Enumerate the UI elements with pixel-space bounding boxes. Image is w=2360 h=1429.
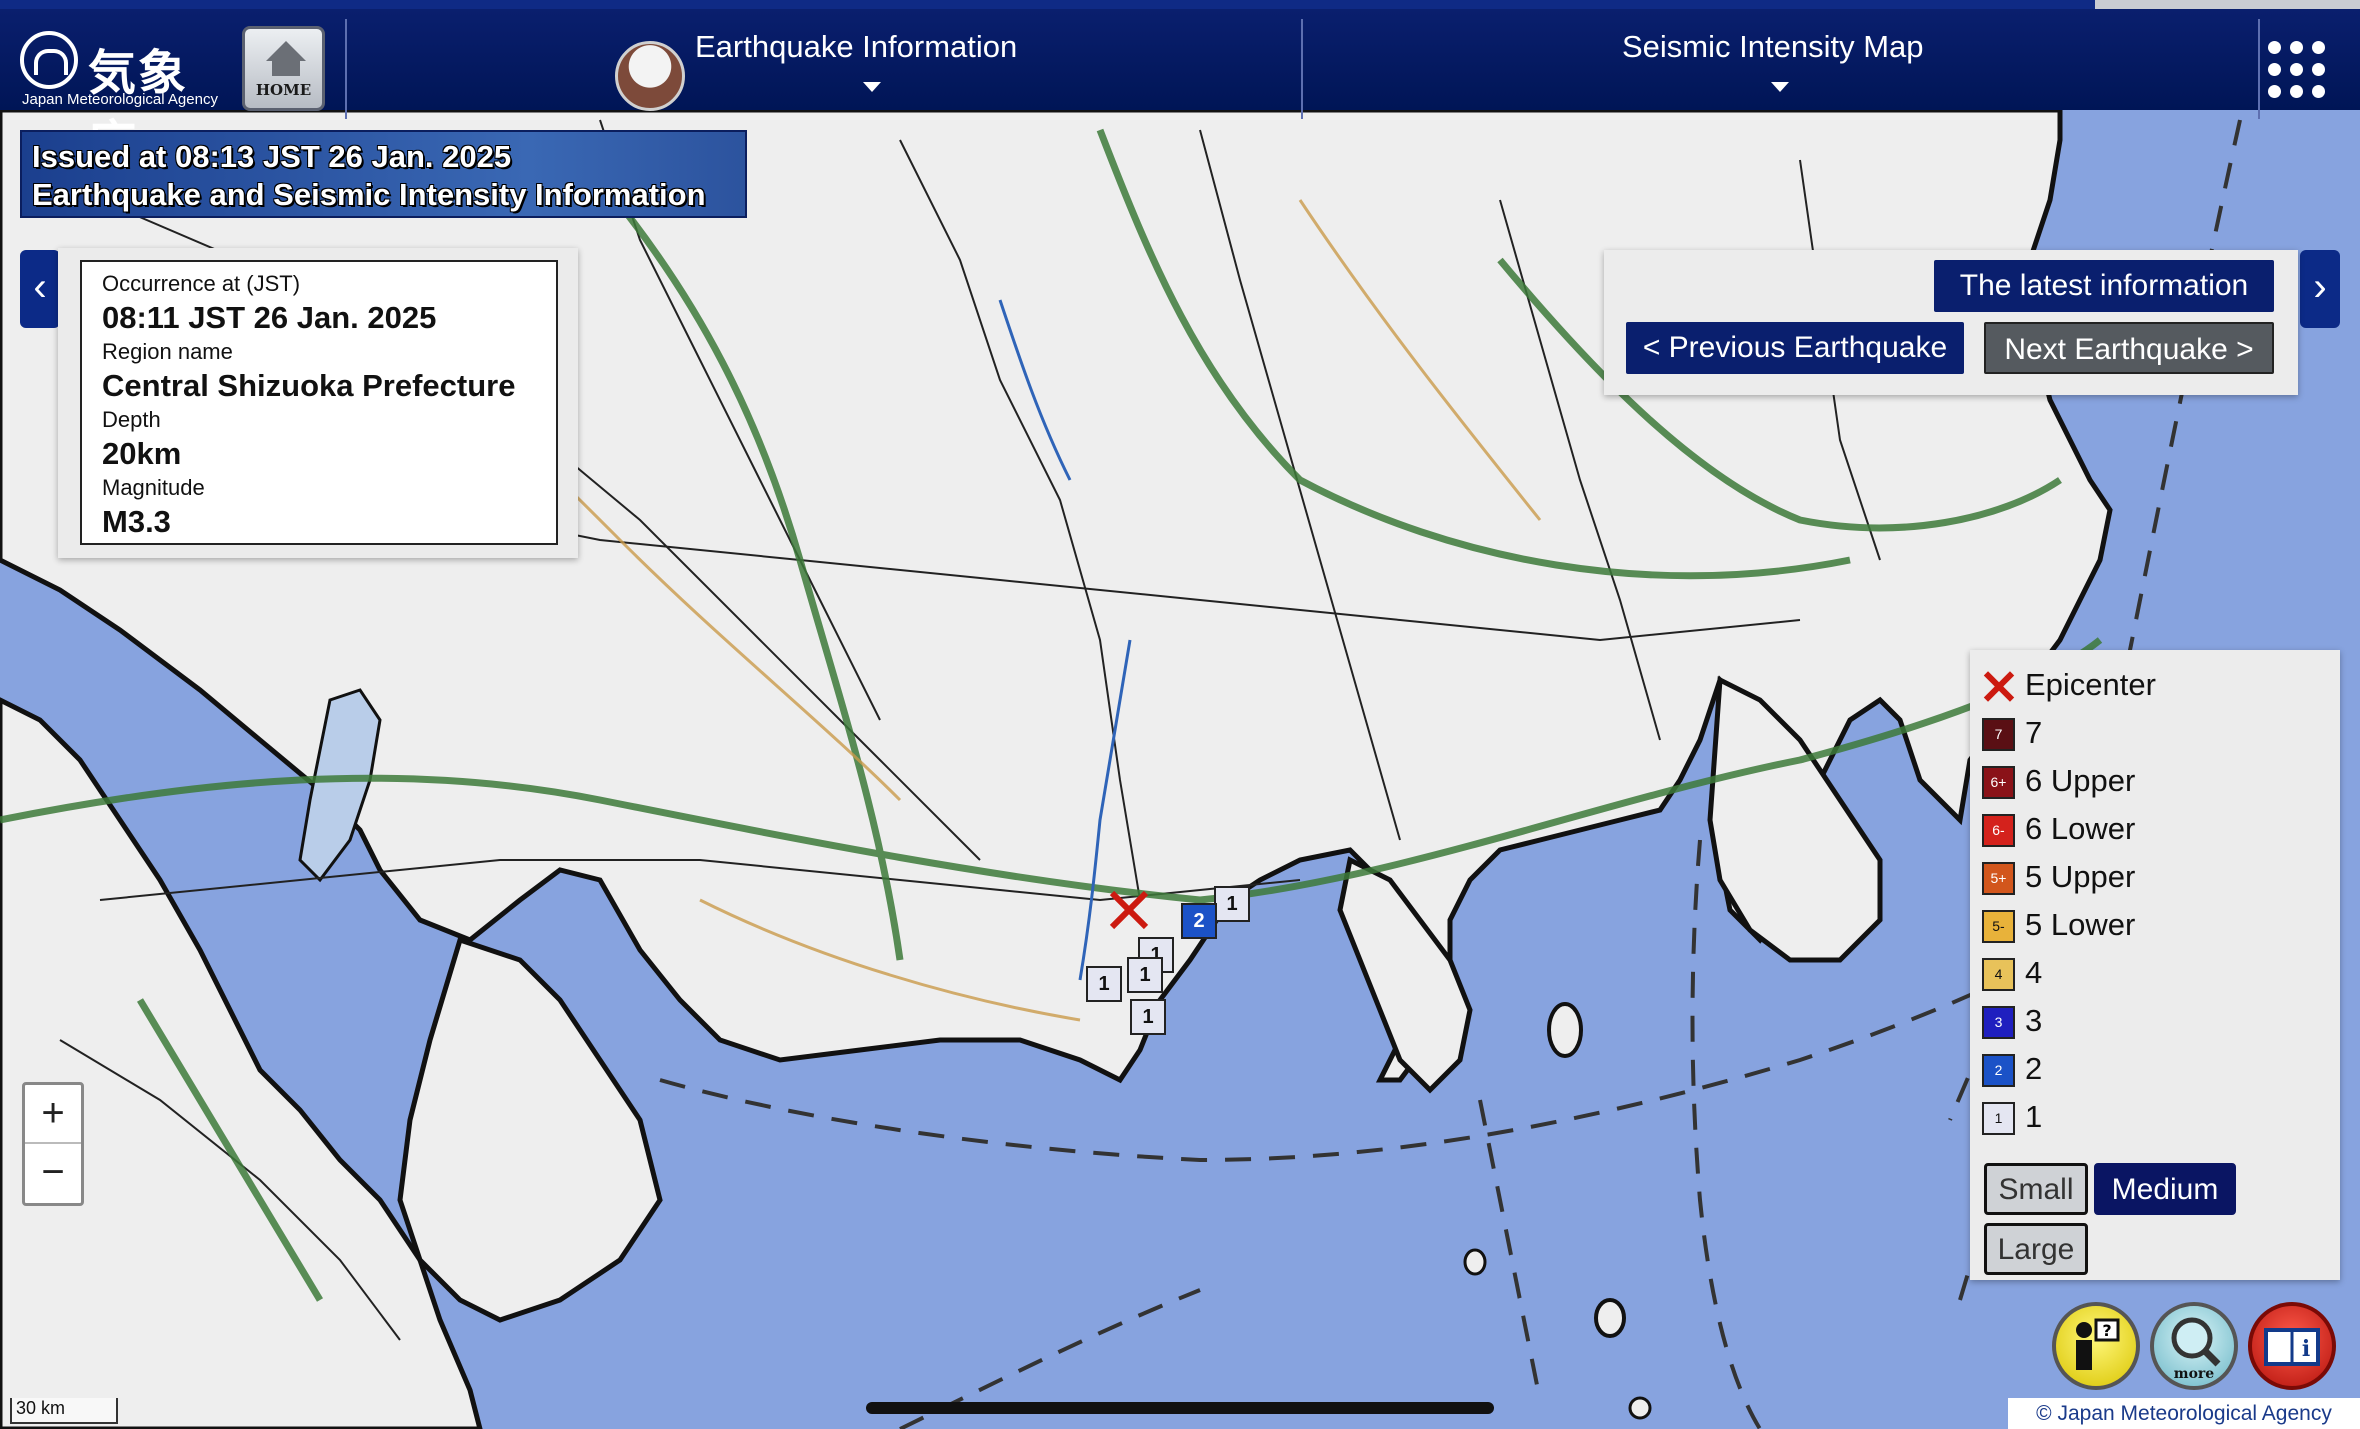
top-bar: 気象庁 Japan Meteorological Agency HOME Ear… xyxy=(0,0,2360,171)
home-button[interactable]: HOME xyxy=(242,26,325,111)
legend-item: 77 xyxy=(1982,713,2042,753)
earthquake-info-box: Occurrence at (JST) 08:11 JST 26 Jan. 20… xyxy=(80,260,558,545)
depth-value: 20km xyxy=(102,436,182,471)
home-indicator xyxy=(866,1402,1494,1414)
next-earthquake-button[interactable]: Next Earthquake > xyxy=(1984,322,2274,374)
earthquake-navigation-panel: The latest information < Previous Earthq… xyxy=(1604,250,2298,395)
apps-grid-icon[interactable] xyxy=(2262,39,2332,103)
occurrence-label: Occurrence at (JST) xyxy=(102,271,301,296)
logo-english: Japan Meteorological Agency xyxy=(22,91,218,108)
station-marker[interactable]: 2 xyxy=(1181,903,1217,939)
collapse-right-arrow[interactable]: › xyxy=(2300,250,2340,328)
intensity-swatch: 3 xyxy=(1982,1006,2015,1040)
svg-text:?: ? xyxy=(2102,1321,2111,1340)
more-label: more xyxy=(2173,1366,2215,1382)
legend-label: 2 xyxy=(2025,1051,2043,1086)
size-medium-button[interactable]: Medium xyxy=(2094,1163,2236,1215)
legend-item: 11 xyxy=(1982,1097,2042,1137)
legend-label: 4 xyxy=(2025,955,2043,990)
legend-label: 6 Lower xyxy=(2025,811,2136,846)
size-large-button[interactable]: Large xyxy=(1984,1223,2088,1275)
magnitude-label: Magnitude xyxy=(102,475,205,500)
legend-label: 5 Lower xyxy=(2025,907,2136,942)
legend-item: 6- 6 Lower xyxy=(1982,809,2135,849)
issued-time: Issued at 08:13 JST 26 Jan. 2025 xyxy=(32,139,512,174)
earthquake-icon xyxy=(615,41,685,111)
chevron-down-icon xyxy=(1771,82,1789,92)
legend-epicenter: Epicenter xyxy=(1982,665,2156,705)
earthquake-info-panel: Occurrence at (JST) 08:11 JST 26 Jan. 20… xyxy=(58,248,578,558)
intensity-swatch: 5+ xyxy=(1982,862,2015,896)
station-marker[interactable]: 1 xyxy=(1214,886,1250,922)
station-marker[interactable]: 1 xyxy=(1086,966,1122,1002)
legend-item: 33 xyxy=(1982,1001,2042,1041)
intensity-swatch: 7 xyxy=(1982,718,2015,752)
zoom-in-button[interactable]: + xyxy=(25,1085,81,1144)
loading-progress xyxy=(0,0,2095,9)
region-label: Region name xyxy=(102,339,233,364)
intensity-legend: Epicenter 7 7 6+ 6 Upper 6- 6 Lower 5+ 5 Upper 5… xyxy=(1970,650,2340,1280)
seismic-intensity-map-menu[interactable]: Seismic Intensity Map xyxy=(1622,29,1924,109)
previous-earthquake-button[interactable]: < Previous Earthquake xyxy=(1626,322,1964,374)
legend-item: 22 xyxy=(1982,1049,2042,1089)
menu-label: Earthquake Information xyxy=(695,29,1018,64)
intensity-swatch: 6- xyxy=(1982,814,2015,848)
jma-logo-icon xyxy=(20,31,78,89)
copyright-notice: © Japan Meteorological Agency xyxy=(2008,1398,2360,1429)
intensity-swatch: 2 xyxy=(1982,1054,2015,1088)
region-value: Central Shizuoka Prefecture xyxy=(102,368,516,403)
menu-label: Seismic Intensity Map xyxy=(1622,29,1924,64)
home-label: HOME xyxy=(255,81,312,99)
magnitude-value: M3.3 xyxy=(102,504,171,539)
legend-label: 6 Upper xyxy=(2025,763,2136,798)
size-small-button[interactable]: Small xyxy=(1984,1163,2088,1215)
intensity-swatch: 6+ xyxy=(1982,766,2015,800)
intensity-swatch: 4 xyxy=(1982,958,2015,992)
legend-label: 7 xyxy=(2025,715,2043,750)
occurrence-value: 08:11 JST 26 Jan. 2025 xyxy=(102,300,437,335)
zoom-control: + − xyxy=(22,1082,84,1206)
station-marker[interactable]: 1 xyxy=(1130,999,1166,1035)
legend-label: 1 xyxy=(2025,1099,2043,1134)
intensity-swatch: 1 xyxy=(1982,1102,2015,1136)
zoom-out-button[interactable]: − xyxy=(25,1144,81,1203)
legend-item: 5- 5 Lower xyxy=(1982,905,2135,945)
more-search-button[interactable]: more xyxy=(2150,1302,2238,1390)
earthquake-information-menu[interactable]: Earthquake Information xyxy=(695,29,1017,109)
chevron-down-icon xyxy=(863,82,881,92)
report-title: Earthquake and Seismic Intensity Informa… xyxy=(32,177,706,212)
legend-item: 44 xyxy=(1982,953,2042,993)
depth-label: Depth xyxy=(102,407,161,432)
legend-item: 5+ 5 Upper xyxy=(1982,857,2135,897)
latest-information-button[interactable]: The latest information xyxy=(1934,260,2274,312)
legend-item: 6+ 6 Upper xyxy=(1982,761,2135,801)
help-person-icon[interactable]: ? xyxy=(2052,1302,2140,1390)
home-icon xyxy=(266,41,306,61)
svg-text:i: i xyxy=(2302,1336,2310,1362)
map-scale: 30 km xyxy=(10,1398,118,1424)
collapse-left-arrow[interactable]: ‹ xyxy=(20,250,60,328)
issued-banner: Issued at 08:13 JST 26 Jan. 2025 Earthqu… xyxy=(20,130,747,218)
station-marker[interactable]: 1 xyxy=(1127,957,1163,993)
intensity-swatch: 5- xyxy=(1982,910,2015,944)
epicenter-icon xyxy=(1982,670,2015,703)
info-book-icon[interactable]: i xyxy=(2248,1302,2336,1390)
jma-logo[interactable]: 気象庁 Japan Meteorological Agency xyxy=(14,19,224,171)
legend-label: 5 Upper xyxy=(2025,859,2136,894)
legend-label: 3 xyxy=(2025,1003,2043,1038)
